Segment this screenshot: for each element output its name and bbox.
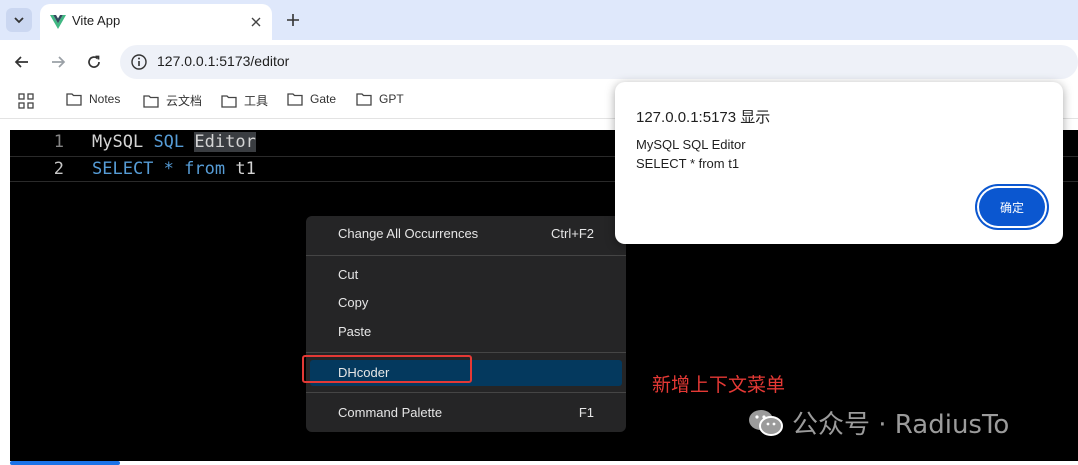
- context-menu: Change All Occurrences Ctrl+F2 Cut Copy …: [306, 216, 626, 432]
- line-code: SELECT * from t1: [92, 159, 256, 179]
- bookmark-label: Gate: [310, 92, 337, 106]
- menu-separator: [306, 392, 626, 393]
- bookmark-gpt[interactable]: GPT: [356, 92, 404, 106]
- line-code: MySQL SQL Editor: [92, 132, 256, 152]
- close-tab-button[interactable]: [246, 12, 266, 32]
- line-number: 2: [53, 159, 64, 179]
- forward-button[interactable]: [48, 52, 68, 72]
- folder-icon: [221, 94, 237, 108]
- menu-item-shortcut: Ctrl+F2: [551, 226, 594, 241]
- plus-icon: [287, 14, 299, 26]
- folder-icon: [66, 93, 82, 106]
- bookmark-label: Notes: [89, 92, 121, 106]
- folder-icon: [143, 94, 159, 108]
- folder-icon: [287, 93, 303, 106]
- menu-item-command-palette[interactable]: Command Palette F1: [310, 400, 622, 426]
- arrow-left-icon: [14, 56, 28, 68]
- ok-button[interactable]: 确定: [979, 188, 1045, 226]
- url-text: 127.0.0.1:5173/editor: [157, 53, 290, 69]
- apps-grid-icon[interactable]: [18, 93, 34, 109]
- menu-item-cut[interactable]: Cut: [310, 262, 622, 288]
- tab-title: Vite App: [72, 13, 121, 28]
- back-button[interactable]: [12, 52, 32, 72]
- bookmark-notes[interactable]: Notes: [66, 92, 120, 106]
- line-number: 1: [53, 132, 64, 152]
- code-token: t1: [235, 159, 256, 179]
- vue-logo-icon: [50, 15, 66, 29]
- browser-tab[interactable]: Vite App: [40, 4, 272, 40]
- watermark: 公众号 · RadiusTo: [748, 404, 1009, 441]
- bookmark-tools[interactable]: 工具: [221, 92, 268, 109]
- reload-icon: [88, 55, 100, 68]
- menu-item-label: Command Palette: [338, 405, 443, 420]
- new-tab-button[interactable]: [282, 9, 304, 31]
- bookmark-label: GPT: [379, 92, 404, 106]
- menu-item-label: Copy: [338, 295, 369, 310]
- menu-item-paste[interactable]: Paste: [310, 319, 622, 345]
- tab-strip: Vite App: [0, 0, 1078, 40]
- close-icon: [251, 17, 261, 27]
- code-token: SELECT: [92, 159, 154, 179]
- folder-icon: [356, 93, 372, 106]
- code-token: from: [184, 159, 226, 179]
- code-token-highlighted: Editor: [194, 132, 256, 152]
- bookmark-label: 工具: [244, 94, 269, 108]
- chevron-down-icon: [14, 17, 24, 24]
- alert-dialog: 127.0.0.1:5173 显示 MySQL SQL Editor SELEC…: [615, 82, 1063, 244]
- bookmark-label: 云文档: [166, 94, 203, 108]
- menu-item-copy[interactable]: Copy: [310, 290, 622, 316]
- bookmark-cloud-docs[interactable]: 云文档: [143, 92, 202, 109]
- annotation-label: 新增上下文菜单: [652, 374, 786, 396]
- menu-separator: [306, 255, 626, 256]
- tab-search-button[interactable]: [6, 8, 32, 32]
- menu-item-label: Paste: [338, 324, 372, 339]
- watermark-text: 公众号 · RadiusTo: [792, 410, 1010, 440]
- bookmark-gate[interactable]: Gate: [287, 92, 336, 106]
- menu-separator: [306, 352, 626, 353]
- menu-item-change-all-occurrences[interactable]: Change All Occurrences Ctrl+F2: [310, 221, 622, 247]
- code-token: SQL: [153, 132, 185, 152]
- arrow-right-icon: [52, 56, 66, 68]
- alert-message-line: MySQL SQL Editor: [636, 137, 746, 152]
- code-token: MySQL: [92, 132, 144, 152]
- browser-toolbar: 127.0.0.1:5173/editor: [0, 40, 1078, 84]
- highlight-box: [302, 355, 472, 383]
- scroll-indicator: [10, 461, 120, 465]
- menu-item-label: Change All Occurrences: [338, 226, 479, 241]
- site-info-icon[interactable]: [130, 53, 148, 71]
- menu-item-shortcut: F1: [578, 405, 594, 420]
- reload-button[interactable]: [84, 52, 104, 72]
- alert-title: 127.0.0.1:5173 显示: [636, 109, 771, 126]
- menu-item-label: Cut: [338, 267, 359, 282]
- alert-message-line: SELECT * from t1: [636, 156, 740, 171]
- address-bar[interactable]: 127.0.0.1:5173/editor: [120, 45, 1078, 79]
- code-token: *: [163, 159, 174, 179]
- wechat-icon: [749, 409, 783, 436]
